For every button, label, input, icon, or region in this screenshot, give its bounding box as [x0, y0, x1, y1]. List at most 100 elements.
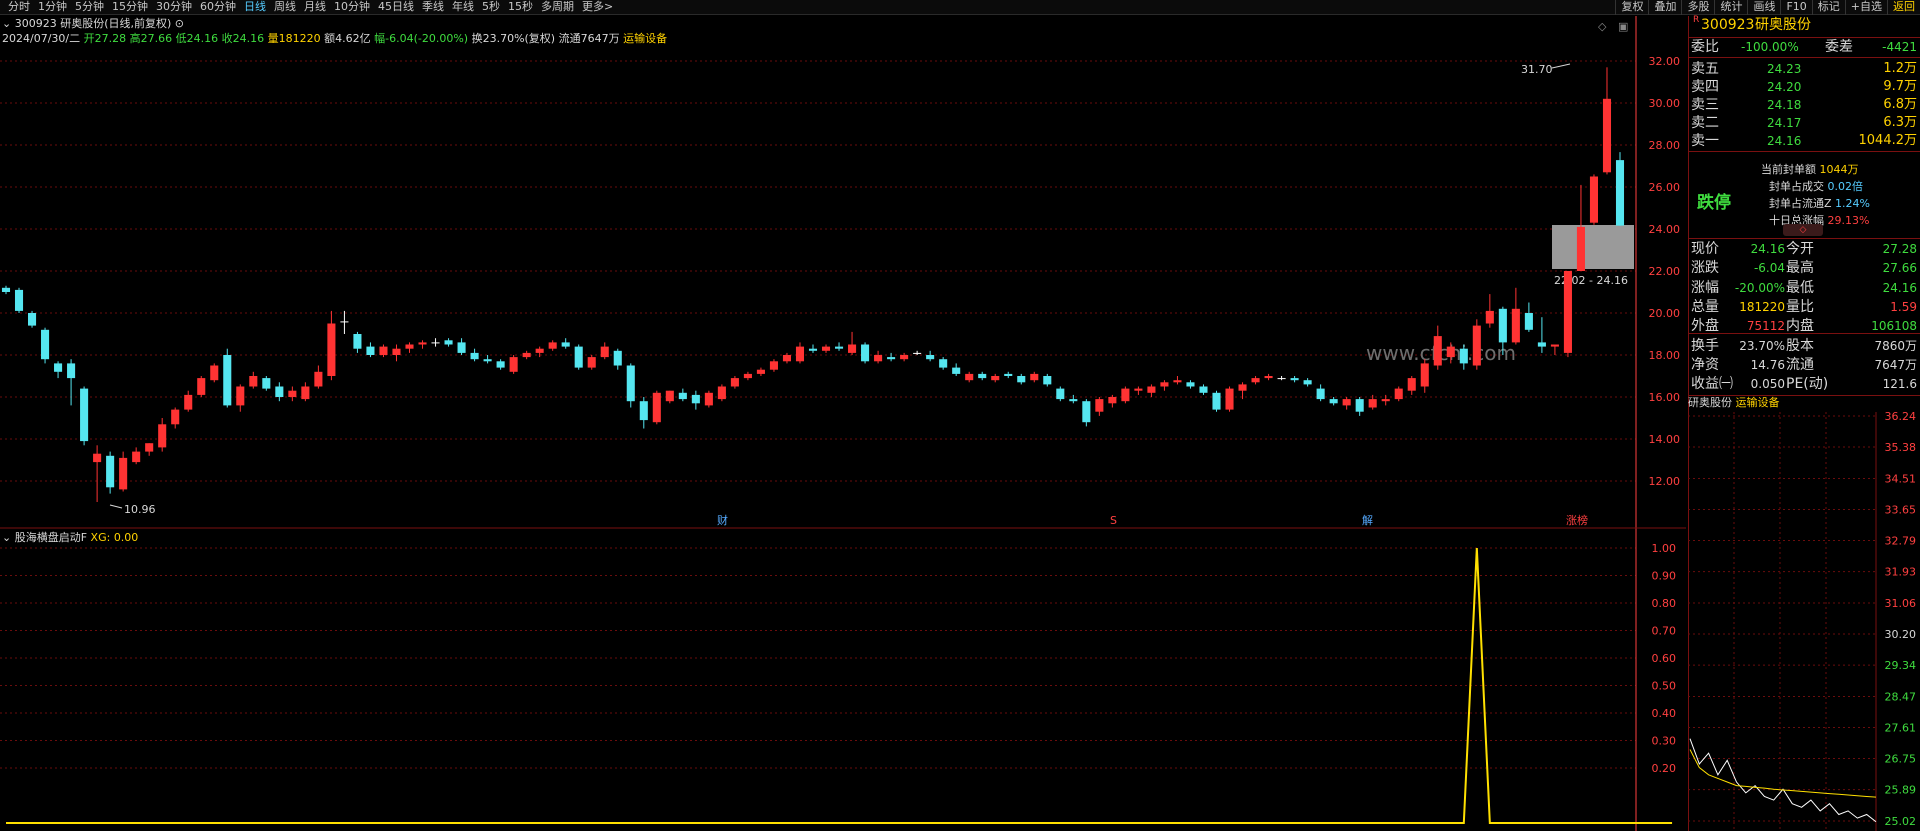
period-tab[interactable]: 15秒 [504, 0, 537, 15]
candle-body [587, 357, 596, 368]
period-tab[interactable]: 更多> [578, 0, 617, 15]
period-tabs: 分时 1分钟 5分钟 15分钟 30分钟 60分钟 日线 周线 月线 10分钟 45日线 季线 年线 5秒… [4, 0, 617, 15]
sector-link[interactable]: 运输设备 [623, 32, 667, 45]
candle [704, 390, 713, 408]
candle-body [145, 443, 154, 452]
chevron-down-icon[interactable]: ⌄ [2, 17, 11, 30]
candle [1030, 371, 1039, 383]
chevron-down-icon[interactable]: ⌄ [2, 531, 11, 544]
candle [1043, 373, 1052, 387]
ask-row[interactable]: 卖四 24.20 9.7万 [1689, 78, 1920, 96]
event-marker[interactable]: 涨榜 [1566, 513, 1588, 527]
candle [965, 371, 974, 383]
candle-body [861, 344, 870, 362]
candle [1225, 386, 1234, 412]
ask-label: 卖五 [1691, 61, 1719, 77]
period-tab[interactable]: 分时 [4, 0, 34, 15]
stat-label: 量比 [1786, 298, 1814, 315]
candle [145, 443, 154, 456]
candle-body [1, 287, 11, 292]
candle-body [678, 392, 687, 400]
candle [353, 331, 362, 353]
candle [262, 376, 271, 391]
stat-label: 涨幅 [1691, 279, 1719, 296]
tool-button[interactable]: 画线 [1747, 0, 1780, 15]
candle [887, 352, 896, 362]
period-tab[interactable]: 1分钟 [34, 0, 71, 15]
candle [848, 331, 857, 355]
candle [1303, 378, 1312, 387]
period-tab[interactable]: 45日线 [374, 0, 418, 15]
price-tick: 16.00 [1649, 391, 1681, 404]
tool-button[interactable]: 叠加 [1648, 0, 1681, 15]
tool-button[interactable]: 复权 [1615, 0, 1648, 15]
candle [639, 397, 648, 429]
mini-sector[interactable]: 运输设备 [1736, 396, 1780, 409]
diamond-icon[interactable]: ◇ [1598, 20, 1607, 33]
period-tab[interactable]: 多周期 [537, 0, 578, 15]
tool-button[interactable]: 返回 [1887, 0, 1920, 15]
period-tab[interactable]: 5秒 [478, 0, 504, 15]
price-tick: 22.00 [1649, 265, 1681, 278]
indicator-name[interactable]: 股海横盘启动F [15, 531, 87, 544]
period-tab[interactable]: 5分钟 [71, 0, 108, 15]
period-tab[interactable]: 日线 [240, 0, 270, 15]
collapse-handle[interactable]: ◇ [1783, 224, 1823, 236]
period-tab[interactable]: 15分钟 [108, 0, 152, 15]
candle-body [965, 373, 974, 381]
intraday-mini-chart[interactable]: 36.24 35.38 34.51 33.65 32.79 31.93 31.06 30.20… [1688, 412, 1920, 831]
event-marker[interactable]: 解 [1362, 513, 1373, 527]
period-tab[interactable]: 10分钟 [330, 0, 374, 15]
candle-body [340, 321, 349, 323]
candle-body [1368, 399, 1377, 408]
stat-value: 0.050 [1750, 377, 1785, 392]
ask-volume: 1.2万 [1883, 61, 1917, 76]
stat-value: 1.59 [1890, 299, 1917, 314]
candle [80, 386, 89, 446]
ask-row[interactable]: 卖二 24.17 6.3万 [1689, 114, 1920, 132]
candle [1290, 376, 1299, 383]
candle [939, 357, 948, 370]
candle-body [1121, 388, 1130, 402]
tool-button[interactable]: F10 [1780, 0, 1811, 15]
settings-icon[interactable]: ⊙ [175, 17, 184, 30]
mini-tick: 27.61 [1885, 722, 1917, 735]
kline-chart[interactable]: 32.00 30.00 28.00 26.00 24.00 22.00 20.00 18.00… [0, 16, 1686, 831]
ask-row[interactable]: 卖三 24.18 6.8万 [1689, 96, 1920, 114]
ask-volume: 9.7万 [1883, 79, 1917, 94]
candle-body [1251, 378, 1260, 383]
event-marker[interactable]: 财 [717, 513, 728, 527]
indicator-grid [0, 547, 1636, 769]
period-tab[interactable]: 60分钟 [196, 0, 240, 15]
period-tab[interactable]: 年线 [448, 0, 478, 15]
candle-body [1290, 378, 1299, 381]
mini-tick: 32.79 [1885, 535, 1917, 548]
close-value: 24.16 [232, 32, 265, 45]
event-marker[interactable]: S [1110, 514, 1117, 527]
candle-body [1550, 344, 1559, 347]
tool-button[interactable]: 统计 [1714, 0, 1747, 15]
stat-label: 最高 [1786, 260, 1814, 277]
tool-button[interactable]: +自选 [1844, 0, 1887, 15]
period-tab[interactable]: 30分钟 [152, 0, 196, 15]
period-tab[interactable]: 周线 [270, 0, 300, 15]
ask-row[interactable]: 卖五 24.23 1.2万 [1689, 60, 1920, 78]
candle-body [639, 401, 648, 421]
period-tab[interactable]: 月线 [300, 0, 330, 15]
candle-body [1134, 388, 1143, 391]
mini-tick: 28.47 [1885, 690, 1917, 703]
candle-body [1420, 363, 1429, 387]
price-grid [0, 60, 1636, 482]
candle-body [54, 363, 63, 372]
period-tab[interactable]: 季线 [418, 0, 448, 15]
window-icon[interactable]: ▣ [1618, 20, 1628, 33]
candle-body [457, 342, 466, 353]
ask-row[interactable]: 卖一 24.16 1044.2万 [1689, 132, 1920, 150]
ask-label: 卖二 [1691, 115, 1719, 131]
candle-body [14, 289, 24, 311]
tool-button[interactable]: 标记 [1811, 0, 1845, 15]
candle-body [900, 355, 909, 360]
candle [678, 388, 687, 402]
candle [1186, 380, 1195, 389]
candle [340, 310, 349, 334]
